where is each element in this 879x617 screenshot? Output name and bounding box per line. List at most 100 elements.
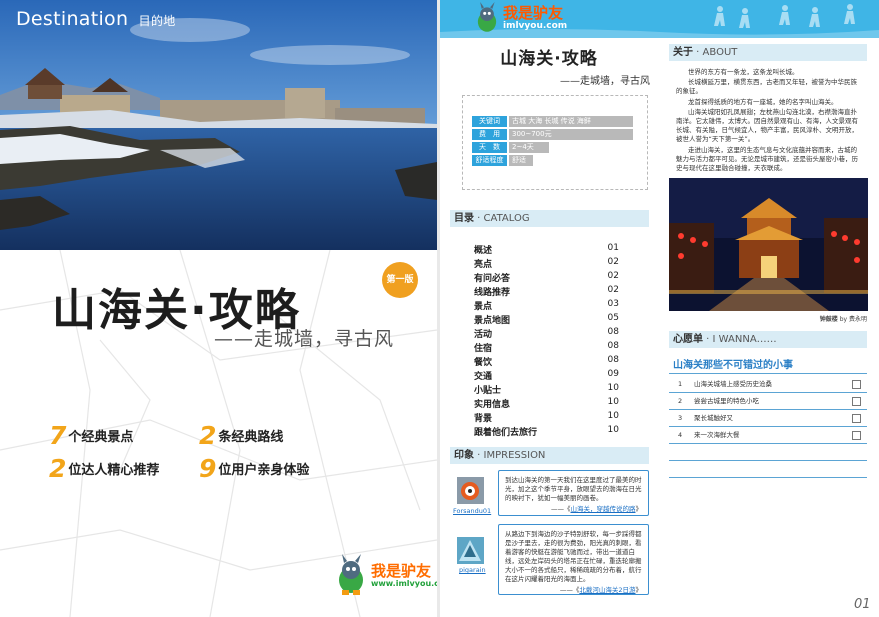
toc-label: 小贴士 (474, 386, 502, 396)
about-paragraph: 走进山海关，这里的生态气息与文化底蕴并容而来，古城的魅力与活力都平可见。无论是城… (676, 145, 858, 173)
wish-checkbox[interactable] (852, 380, 861, 389)
destination-zh: 目的地 (138, 14, 176, 28)
user-name-link[interactable]: pigarain (459, 566, 486, 574)
toc-item[interactable]: 线路推荐 02 (474, 285, 619, 298)
toc-page: 10 (607, 383, 619, 393)
toc-item[interactable]: 有问必答 02 (474, 271, 619, 284)
destination-en: Destination (16, 8, 129, 30)
wishlist-item: 2 尝尝古城里的特色小吃 (669, 393, 867, 410)
toc-label: 餐饮 (474, 358, 493, 368)
toc-item[interactable]: 跟着他们去旅行 10 (474, 425, 619, 438)
wish-number: 2 (678, 397, 683, 405)
wish-number: 3 (678, 414, 683, 422)
logo-name: 我是驴友 (503, 4, 564, 22)
toc-label: 住宿 (474, 344, 493, 354)
feature-routes: 2 条经典路线 (199, 421, 283, 450)
toc-label: 背景 (474, 414, 493, 424)
feature-text: 位用户亲身体验 (218, 463, 310, 478)
wish-text: 尝尝古城里的特色小吃 (694, 397, 759, 405)
toc-page: 01 (607, 243, 619, 253)
info-key: 费 用 (472, 129, 507, 140)
info-value: 300~700元 (509, 129, 633, 140)
source-prefix: ——《 (559, 586, 580, 594)
info-key: 天 数 (472, 142, 507, 153)
section-title-zh: 心愿单 (673, 334, 703, 345)
quote-source: ——《北戴河山海关2日游》 (505, 586, 642, 595)
info-days: 天 数 2~4天 (472, 142, 549, 153)
toc-label: 景点地图 (474, 316, 511, 326)
feature-number: 9 (199, 454, 217, 483)
wish-checkbox[interactable] (852, 414, 861, 423)
cover-logo[interactable]: 我是驴友 www.imlvyou.com (334, 554, 437, 596)
source-link[interactable]: 山海关，穿越传说的路 (571, 505, 636, 513)
trip-info-box: 关键词 古城 大海 长城 传说 海鲜 费 用 300~700元 天 数 2~4天… (462, 95, 648, 190)
feature-scenic-spots: 7 个经典景点 (49, 421, 133, 450)
info-comfort: 舒适程度 舒适 (472, 155, 533, 166)
header-band: 我是驴友 imlvyou.com (440, 0, 879, 38)
about-paragraph: 世界的东方有一条龙，这条龙叫长城。 (688, 68, 799, 76)
logo-url: www.imlvyou.com (371, 578, 437, 588)
donkey-mascot-icon (339, 554, 363, 595)
toc-page: 09 (607, 369, 619, 379)
toc-label: 概述 (474, 246, 493, 256)
quote-text: 到达山海关的第一天我们在这里度过了最美的时光，加之这个季节平身，放眼望去的渤海在… (505, 476, 642, 502)
toc-item[interactable]: 背景 10 (474, 411, 619, 424)
toc-label: 景点 (474, 302, 493, 312)
toc-item[interactable]: 活动 08 (474, 327, 619, 340)
toc-page: 05 (607, 313, 619, 323)
about-paragraph: 龙首探得纸质的地方有一座城，她的名字叫山海关。 (688, 97, 838, 106)
toc-page: 02 (607, 271, 619, 281)
wishlist-item: 4 来一次海鲜大餐 (669, 427, 867, 444)
source-suffix: 》 (635, 586, 643, 594)
toc-label: 交通 (474, 372, 493, 382)
impression-quote: 到达山海关的第一天我们在这里度过了最美的时光，加之这个季节平身，放眼望去的渤海在… (498, 470, 649, 516)
toc-label: 亮点 (474, 260, 493, 270)
section-title-zh: 目录 (454, 213, 474, 224)
wish-number: 1 (678, 380, 683, 388)
page-number: 01 (854, 597, 871, 612)
cover-subtitle: ——走城墙，寻古风 (214, 328, 395, 350)
catalog-section-header: 目录 · CATALOG (450, 210, 649, 227)
toc-item[interactable]: 概述 01 (474, 243, 619, 256)
about-text: 世界的东方有一条龙，这条龙叫长城。 长城横延万里，横贯东西，古老而又年轻，被誉为… (676, 68, 860, 174)
toc-item[interactable]: 实用信息 10 (474, 397, 619, 410)
toc-item[interactable]: 景点地图 05 (474, 313, 619, 326)
feature-experts: 2 位达人精心推荐 (49, 454, 159, 483)
toc-item[interactable]: 住宿 08 (474, 341, 619, 354)
wish-checkbox[interactable] (852, 397, 861, 406)
user-avatar[interactable] (457, 477, 484, 504)
wishlist-item: 3 聚长城触好又 (669, 410, 867, 427)
toc-page: 08 (607, 327, 619, 337)
info-cost: 费 用 300~700元 (472, 129, 633, 140)
feature-users: 9 位用户亲身体验 (199, 454, 309, 483)
about-section-header: 关于 · ABOUT (669, 44, 867, 61)
feature-text: 条经典路线 (218, 430, 284, 445)
wishlist-blank-line (669, 461, 867, 478)
section-title-zh: 关于 (673, 47, 693, 58)
divider (669, 373, 867, 374)
toc-page: 03 (607, 299, 619, 309)
toc-item[interactable]: 小贴士 10 (474, 383, 619, 396)
toc-item[interactable]: 亮点 02 (474, 257, 619, 270)
user-avatar[interactable] (457, 537, 484, 564)
impression-section-header: 印象 · IMPRESSION (450, 447, 649, 464)
toc-label: 活动 (474, 330, 493, 340)
toc-page: 10 (607, 397, 619, 407)
toc-page: 08 (607, 341, 619, 351)
toc-item[interactable]: 餐饮 08 (474, 355, 619, 368)
toc-page: 10 (607, 411, 619, 421)
header-logo[interactable]: 我是驴友 imlvyou.com (474, 2, 567, 34)
about-paragraph: 山海关城阳如孔凤展翅；左枕燕山勾连北漠，右襟渤海直扑南洋。它太雄伟，太博大。因自… (676, 107, 858, 144)
user-name-link[interactable]: Forsandu01 (453, 507, 491, 515)
toc-item[interactable]: 交通 09 (474, 369, 619, 382)
toc-item[interactable]: 景点 03 (474, 299, 619, 312)
edition-badge: 第一版 (382, 262, 418, 298)
wish-checkbox[interactable] (852, 431, 861, 440)
wishlist-title: 山海关那些不可错过的小事 (673, 360, 793, 371)
source-link[interactable]: 北戴河山海关2日游 (579, 586, 635, 594)
bell-drum-tower-photo (669, 178, 868, 311)
info-value: 2~4天 (509, 142, 549, 153)
source-suffix: 》 (635, 505, 643, 513)
toc-label: 跟着他们去旅行 (474, 428, 538, 438)
toc-page: 02 (607, 285, 619, 295)
